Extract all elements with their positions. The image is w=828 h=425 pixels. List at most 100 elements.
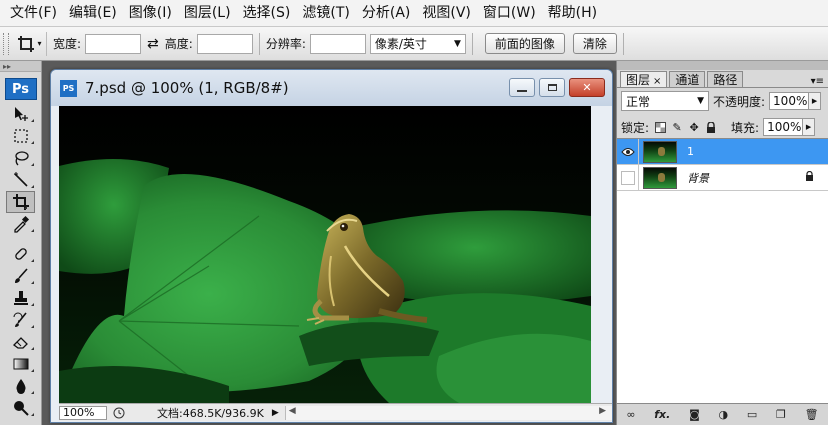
brush-tool[interactable]	[0, 265, 41, 287]
lock-label: 锁定:	[621, 120, 650, 135]
menu-edit[interactable]: 编辑(E)	[63, 0, 123, 27]
maximize-button[interactable]	[539, 78, 565, 97]
horizontal-scrollbar[interactable]: ◀ ▶	[284, 405, 612, 420]
layer-row[interactable]: 1	[617, 138, 828, 165]
eyedropper-tool[interactable]	[0, 213, 41, 235]
menu-help[interactable]: 帮助(H)	[542, 0, 603, 27]
magic-wand-tool[interactable]	[0, 169, 41, 191]
layer-style-icon[interactable]: fx.	[654, 408, 670, 421]
hidden-eye-box	[620, 170, 635, 185]
tab-channels[interactable]: 通道	[669, 71, 706, 87]
layer-name[interactable]: 背景	[687, 170, 709, 186]
options-grip[interactable]	[3, 32, 9, 55]
tab-label: 路径	[713, 73, 738, 87]
zoom-level-field[interactable]: 100%	[59, 405, 107, 420]
photoshop-logo[interactable]: Ps	[4, 78, 37, 100]
panel-menu-icon[interactable]: ▾≡	[811, 76, 824, 87]
lasso-tool[interactable]	[0, 147, 41, 169]
close-button[interactable]: ✕	[569, 78, 605, 97]
eraser-tool[interactable]	[0, 331, 41, 353]
menu-file[interactable]: 文件(F)	[4, 0, 63, 27]
vertical-scrollbar[interactable]	[591, 106, 612, 403]
chevron-down-icon: ▼	[697, 96, 704, 106]
marquee-tool[interactable]	[0, 125, 41, 147]
menu-image[interactable]: 图像(I)	[123, 0, 178, 27]
dodge-icon	[13, 401, 29, 416]
fill-slider-arrow-icon[interactable]: ▶	[803, 118, 816, 136]
frog-on-lily-pad-image	[59, 106, 591, 403]
lock-pixels-icon[interactable]: ✎	[671, 121, 683, 134]
menu-window[interactable]: 窗口(W)	[477, 0, 542, 27]
minimize-button[interactable]	[509, 78, 535, 97]
menu-layer[interactable]: 图层(L)	[178, 0, 237, 27]
ps-document-icon: PS	[60, 79, 77, 97]
menu-bar: 文件(F) 编辑(E) 图像(I) 图层(L) 选择(S) 滤镜(T) 分析(A…	[0, 0, 828, 27]
gradient-icon	[13, 358, 28, 370]
blend-mode-select[interactable]: 正常 ▼	[621, 91, 709, 111]
new-layer-icon[interactable]: ❐	[776, 408, 786, 421]
menu-view[interactable]: 视图(V)	[416, 0, 477, 27]
gradient-tool[interactable]	[0, 353, 41, 375]
status-menu-arrow-icon[interactable]: ▶	[272, 408, 279, 418]
toolbox-collapse-icon[interactable]: ▸▸	[0, 61, 41, 72]
history-brush-tool[interactable]	[0, 309, 41, 331]
move-tool[interactable]	[0, 103, 41, 125]
brush-icon	[14, 268, 28, 283]
adjustment-layer-icon[interactable]: ◑	[718, 408, 728, 421]
clone-stamp-tool[interactable]	[0, 287, 41, 309]
layer-thumbnail	[643, 140, 677, 163]
clear-button[interactable]: 清除	[572, 33, 617, 54]
status-info-icon[interactable]	[111, 406, 127, 420]
history-brush-icon	[13, 312, 27, 327]
layers-list: 1 背景	[617, 138, 828, 403]
layer-mask-icon[interactable]: ◙	[689, 408, 700, 421]
delete-layer-icon[interactable]: 🗑	[805, 408, 819, 421]
scroll-right-icon[interactable]: ▶	[599, 406, 606, 416]
menu-select[interactable]: 选择(S)	[237, 0, 297, 27]
tab-layers[interactable]: 图层 ×	[620, 71, 668, 87]
visibility-toggle[interactable]	[617, 164, 639, 191]
toolbox: ▸▸ Ps	[0, 61, 42, 425]
visibility-toggle[interactable]	[617, 138, 639, 165]
resolution-field[interactable]	[309, 33, 366, 54]
document-title: 7.psd @ 100% (1, RGB/8#)	[85, 79, 289, 97]
lock-all-icon[interactable]	[705, 121, 717, 133]
front-image-button[interactable]: 前面的图像	[484, 33, 565, 54]
lock-position-icon[interactable]: ✥	[688, 121, 700, 134]
minimize-icon	[517, 89, 527, 92]
link-layers-icon[interactable]: ∞	[626, 408, 635, 421]
healing-brush-tool[interactable]	[0, 243, 41, 265]
unit-value: 像素/英寸	[374, 37, 427, 51]
options-bar: ▾ 宽度: ⇄ 高度: 分辨率: 像素/英寸 ▼ 前面的图像 清除	[0, 27, 828, 61]
panel-header-strip[interactable]	[617, 61, 828, 70]
document-title-bar[interactable]: PS 7.psd @ 100% (1, RGB/8#) ✕	[51, 70, 612, 106]
tool-preset-picker[interactable]: ▾	[13, 31, 47, 56]
layer-lock-icon	[805, 170, 814, 184]
scroll-left-icon[interactable]: ◀	[289, 406, 296, 416]
height-field[interactable]	[196, 33, 253, 54]
resolution-unit-select[interactable]: 像素/英寸 ▼	[369, 33, 466, 54]
tab-paths[interactable]: 路径	[707, 71, 744, 87]
marquee-icon	[13, 129, 28, 143]
image-canvas[interactable]	[59, 106, 591, 403]
crop-tool[interactable]	[6, 191, 35, 213]
blend-row: 正常 ▼ 不透明度: 100% ▶	[617, 88, 828, 114]
maximize-icon	[547, 84, 557, 91]
layer-name[interactable]: 1	[687, 145, 694, 158]
eraser-icon	[12, 337, 28, 349]
lock-transparency-icon[interactable]	[654, 121, 666, 133]
blur-tool[interactable]	[0, 375, 41, 397]
opacity-slider-arrow-icon[interactable]: ▶	[809, 92, 822, 110]
width-field[interactable]	[85, 33, 142, 54]
dodge-tool[interactable]	[0, 397, 41, 419]
menu-analysis[interactable]: 分析(A)	[356, 0, 417, 27]
swap-dimensions-icon[interactable]: ⇄	[147, 36, 159, 52]
resolution-label: 分辨率:	[265, 37, 306, 51]
layer-row[interactable]: 背景	[617, 164, 828, 191]
close-icon[interactable]: ×	[653, 76, 661, 87]
new-group-icon[interactable]: ▭	[747, 408, 757, 421]
menu-filter[interactable]: 滤镜(T)	[296, 0, 355, 27]
blend-mode-value: 正常	[626, 94, 651, 109]
opacity-field[interactable]: 100%	[769, 92, 810, 110]
fill-field[interactable]: 100%	[763, 118, 804, 136]
